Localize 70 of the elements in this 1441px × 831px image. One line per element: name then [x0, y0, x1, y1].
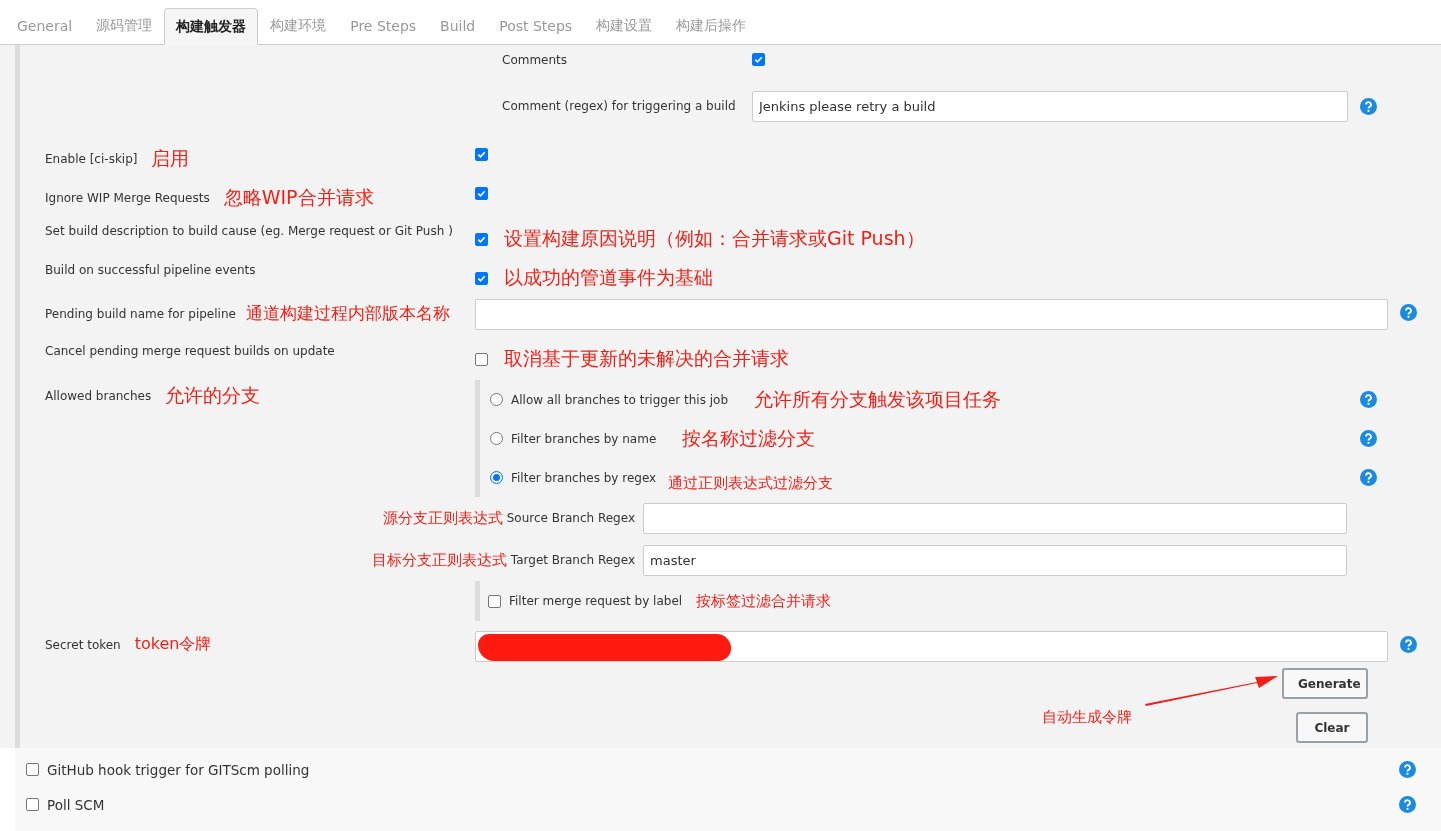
checkbox[interactable] — [488, 594, 501, 608]
input-field[interactable] — [475, 631, 1388, 662]
tab[interactable]: Build — [428, 8, 488, 44]
field-label: Secret token — [45, 637, 121, 652]
annotation-text: 源分支正则表达式 — [382, 508, 503, 528]
tab[interactable]: 源码管理 — [84, 8, 165, 44]
generate-button[interactable]: Generate — [1282, 668, 1368, 699]
checkbox-label: Filter merge request by label — [509, 594, 683, 608]
annotation-text: 以成功的管道事件为基础 — [504, 265, 713, 290]
field-label: Set build description to build cause (eg. Merge request or Git Push ) — [45, 224, 453, 238]
field-label: Cancel pending merge request builds on update — [45, 344, 335, 358]
radio-label: Allow all branches to trigger this job — [511, 392, 729, 407]
field-label: Ignore WIP Merge Requests — [45, 191, 210, 205]
arrow-icon — [1145, 674, 1279, 706]
field-label: Pending build name for pipeline — [45, 306, 236, 321]
annotation-text: token令牌 — [134, 634, 212, 655]
checkbox-label: GitHub hook trigger for GITScm polling — [47, 761, 310, 778]
checkbox[interactable] — [475, 232, 488, 246]
checkbox[interactable] — [475, 187, 488, 200]
help-icon[interactable] — [1400, 636, 1417, 653]
field-label: Target Branch Regex — [510, 553, 635, 567]
annotation-text: 允许的分支 — [165, 383, 261, 408]
input-field[interactable] — [475, 299, 1388, 330]
annotation-text: 按标签过滤合并请求 — [696, 591, 832, 611]
input-field[interactable] — [643, 502, 1347, 534]
field-label: Allowed branches — [45, 389, 152, 403]
tab[interactable]: 构建设置 — [584, 8, 665, 44]
field-label: Enable [ci-skip] — [45, 152, 138, 166]
checkbox[interactable] — [475, 271, 488, 285]
tab[interactable]: General — [5, 8, 85, 44]
field-label: Comment (regex) for triggering a build — [502, 98, 737, 113]
input-field[interactable]: Jenkins please retry a build — [752, 91, 1348, 122]
tab[interactable]: Post Steps — [487, 8, 585, 44]
annotation-text: 取消基于更新的未解决的合并请求 — [504, 346, 789, 371]
annotation-text: 按名称过滤分支 — [682, 425, 816, 451]
help-icon[interactable] — [1400, 304, 1417, 321]
help-icon[interactable] — [1360, 469, 1377, 486]
checkbox[interactable] — [752, 53, 765, 66]
annotation-text: 通过正则表达式过滤分支 — [668, 473, 834, 493]
annotation-text: 忽略WIP合并请求 — [223, 185, 374, 210]
help-icon[interactable] — [1360, 391, 1377, 408]
field-label: Source Branch Regex — [506, 511, 635, 525]
radio-label: Filter branches by name — [511, 431, 657, 446]
help-icon[interactable] — [1399, 761, 1416, 778]
help-icon[interactable] — [1360, 430, 1377, 447]
annotation-text: 允许所有分支触发该项目任务 — [754, 386, 1002, 412]
checkbox-label: Poll SCM — [47, 796, 105, 813]
checkbox[interactable] — [26, 763, 39, 776]
clear-button[interactable]: Clear — [1296, 712, 1368, 743]
annotation-text: 启用 — [151, 146, 190, 171]
input-field[interactable]: master — [643, 544, 1347, 576]
help-icon[interactable] — [1399, 796, 1416, 813]
checkbox[interactable] — [475, 148, 488, 161]
radio-label: Filter branches by regex — [511, 470, 657, 485]
tab[interactable]: 构建后操作 — [664, 8, 759, 44]
field-label: Build on successful pipeline events — [45, 263, 256, 277]
annotation-text: 目标分支正则表达式 — [371, 550, 507, 570]
annotation-text: 通道构建过程内部版本名称 — [245, 302, 450, 325]
radio-button[interactable] — [490, 471, 503, 484]
tab[interactable]: 构建环境 — [258, 8, 339, 44]
radio-button[interactable] — [490, 393, 503, 406]
checkbox[interactable] — [475, 352, 488, 366]
annotation-text: 设置构建原因说明（例如：合并请求或Git Push） — [504, 226, 925, 251]
field-label: Comments — [502, 53, 569, 67]
checkbox[interactable] — [26, 798, 39, 811]
radio-button[interactable] — [490, 432, 503, 445]
help-icon[interactable] — [1360, 98, 1377, 115]
tab[interactable]: Pre Steps — [338, 8, 429, 44]
annotation-text: 自动生成令牌 — [1042, 708, 1132, 727]
tab[interactable]: 构建触发器 — [164, 8, 259, 45]
